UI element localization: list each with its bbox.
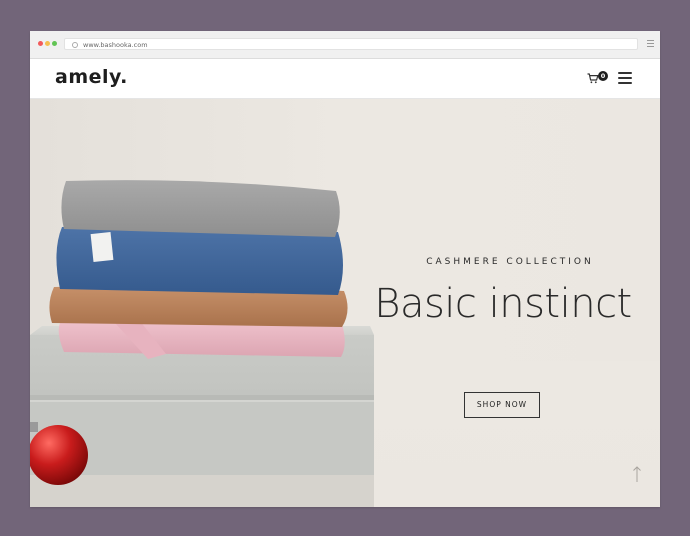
hero-kicker: CASHMERE COLLECTION (426, 257, 594, 267)
hamburger-menu-icon[interactable] (618, 72, 632, 84)
browser-menu-icon[interactable] (647, 40, 654, 49)
hero-headline: Basic instinct (374, 281, 632, 327)
maximize-window-dot[interactable] (52, 41, 57, 46)
site-info-icon (72, 42, 78, 48)
hero-banner: CASHMERE COLLECTION Basic instinct SHOP … (30, 99, 660, 507)
address-bar[interactable]: www.bashooka.com (64, 38, 638, 50)
site-logo[interactable]: amely. (55, 66, 128, 88)
browser-window: www.bashooka.com amely. 0 CASHMERE COLLE… (30, 31, 660, 507)
address-url: www.bashooka.com (83, 41, 148, 49)
minimize-window-dot[interactable] (45, 41, 50, 46)
browser-chrome: www.bashooka.com (30, 31, 660, 59)
scroll-top-arrow-icon[interactable] (632, 465, 642, 483)
cart-button[interactable]: 0 (587, 71, 609, 87)
site-header: amely. 0 (30, 59, 660, 99)
shop-now-button[interactable]: SHOP NOW (464, 392, 540, 418)
cart-count-badge: 0 (598, 71, 608, 81)
close-window-dot[interactable] (38, 41, 43, 46)
